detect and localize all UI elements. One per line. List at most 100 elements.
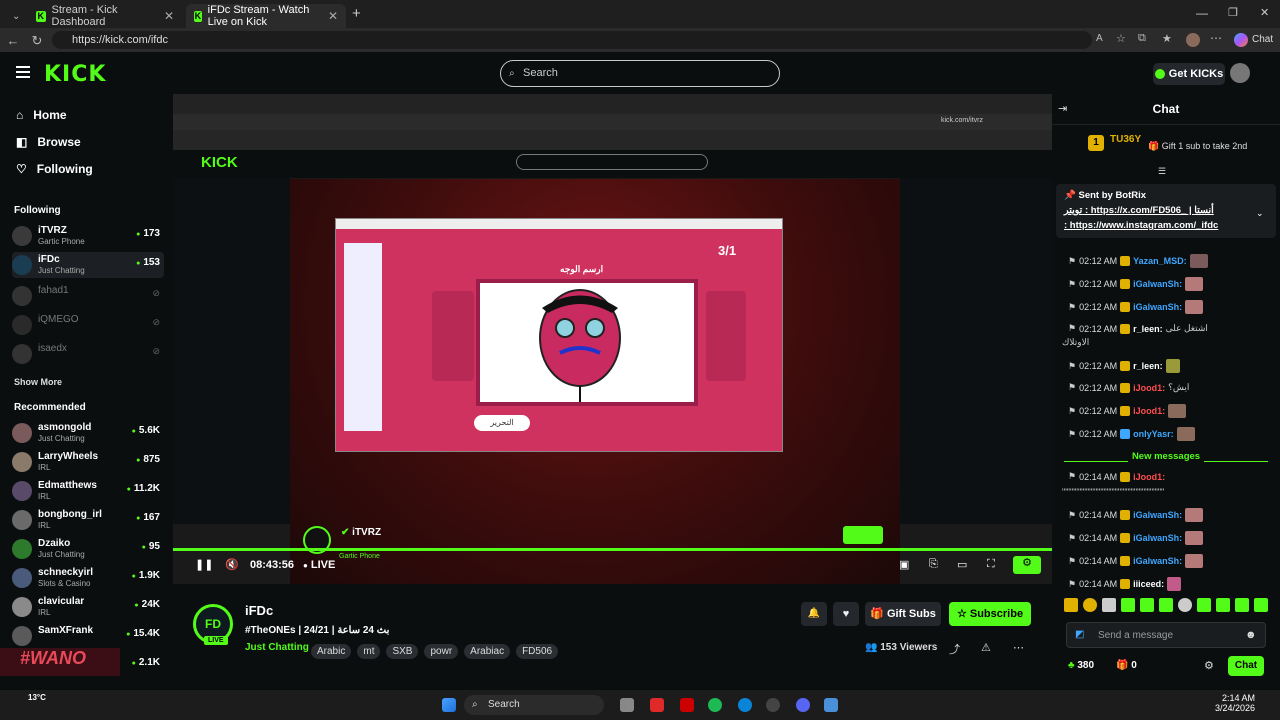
read-aloud-icon[interactable]: A — [1096, 33, 1103, 44]
discord-icon[interactable] — [796, 698, 810, 712]
emote[interactable] — [1216, 598, 1230, 612]
weather-widget[interactable]: 13°C — [6, 692, 96, 716]
tab-stream-dashboard[interactable]: K Stream - Kick Dashboard ✕ — [28, 4, 182, 28]
gift-prompt[interactable]: 🎁 Gift 1 sub to take 2nd — [1148, 141, 1247, 152]
recommended-channel[interactable]: SamXFrank 15.4K — [12, 623, 164, 649]
tag[interactable]: Arabiac — [464, 644, 511, 659]
netflix-icon[interactable] — [680, 698, 694, 712]
share-icon[interactable]: ⤴ — [949, 641, 960, 657]
play-pause-icon[interactable]: ❚❚ — [195, 558, 213, 571]
username[interactable]: iGalwanSh: — [1133, 510, 1182, 520]
channel-name[interactable]: iFDc — [245, 603, 273, 618]
nav-home[interactable]: ⌂ Home — [16, 108, 67, 122]
username[interactable]: onlyYasr: — [1133, 429, 1174, 439]
tab-list-button[interactable]: ⌄ — [4, 4, 24, 28]
steam-icon[interactable] — [766, 698, 780, 712]
subscribe-button[interactable]: ☆ Subscribe — [949, 602, 1031, 626]
get-kicks-button[interactable]: Get KICKs — [1153, 63, 1225, 85]
copilot-icon[interactable] — [1234, 33, 1248, 47]
username[interactable]: Yazan_MSD: — [1133, 256, 1187, 266]
minimize-icon[interactable]: — — [1196, 6, 1208, 20]
following-channel[interactable]: fahad1 ⊘ — [12, 283, 164, 309]
more-icon[interactable]: ⋯ — [1013, 641, 1024, 654]
tag[interactable]: FD506 — [516, 644, 559, 659]
user-avatar[interactable] — [1230, 63, 1250, 83]
pinned-by-user[interactable]: BotRix — [1115, 190, 1146, 201]
report-icon[interactable]: ⚠ — [981, 641, 991, 654]
video-player[interactable]: kick.com/itvrz KICK 3/1 ارسم الوجه التحر… — [173, 94, 1052, 584]
following-channel[interactable]: iQMEGO ⊘ — [12, 312, 164, 338]
following-channel[interactable]: iTVRZ Gartic Phone 173 — [12, 223, 164, 249]
username[interactable]: iGalwanSh: — [1133, 302, 1182, 312]
stream-category[interactable]: Just Chatting — [245, 642, 309, 653]
settings-icon[interactable]: ⚙ — [1204, 659, 1214, 672]
reload-icon[interactable]: ↻ — [24, 33, 50, 49]
nav-following[interactable]: ♡ Following — [16, 162, 93, 176]
spotify-icon[interactable] — [708, 698, 722, 712]
username[interactable]: iJood1: — [1133, 406, 1165, 416]
tag[interactable]: SXB — [386, 644, 419, 659]
recommended-channel[interactable]: schneckyirlSlots & Casino 1.9K — [12, 565, 164, 591]
close-icon[interactable]: ✕ — [328, 9, 338, 23]
close-icon[interactable]: ✕ — [164, 9, 174, 23]
chevron-down-icon[interactable]: ⌄ — [1256, 208, 1264, 219]
notification-bell-button[interactable]: 🔔 — [801, 602, 827, 626]
taskbar-search[interactable]: ⌕ Search — [464, 695, 604, 715]
emote[interactable] — [1159, 598, 1173, 612]
recommended-channel[interactable]: LarryWheelsIRL 875 — [12, 449, 164, 475]
menu-icon[interactable] — [16, 66, 30, 78]
pip-icon[interactable]: ▭ — [957, 558, 967, 571]
recommended-channel[interactable]: clavicularIRL 24K — [12, 594, 164, 620]
profile-avatar[interactable] — [1186, 33, 1200, 47]
tag[interactable]: powr — [424, 644, 459, 659]
follow-button[interactable]: ♥ — [833, 602, 859, 626]
emote[interactable] — [1235, 598, 1249, 612]
clip-icon[interactable]: ⎘ — [929, 558, 938, 571]
favorite-icon[interactable]: ☆ — [1116, 32, 1126, 45]
username[interactable]: iiiceed: — [1133, 579, 1164, 589]
app-icon[interactable] — [824, 698, 838, 712]
app-icon[interactable] — [650, 698, 664, 712]
recommended-channel[interactable]: asmongoldJust Chatting 5.6K — [12, 420, 164, 446]
emote[interactable] — [1102, 598, 1116, 612]
back-icon[interactable]: ← — [0, 33, 26, 48]
pinned-text[interactable]: : https://www.instagram.com/_ifdc — [1064, 220, 1218, 231]
volume-icon[interactable]: 🔇 — [225, 558, 239, 571]
points-display[interactable]: ♣ 380 — [1068, 660, 1094, 671]
live-indicator[interactable]: ● LIVE — [303, 559, 335, 571]
send-message-input[interactable]: ◩ Send a message ☻ — [1066, 622, 1266, 648]
username[interactable]: iGalwanSh: — [1133, 279, 1182, 289]
recommended-channel[interactable]: bongbong_irlIRL 167 — [12, 507, 164, 533]
following-channel[interactable]: isaedx ⊘ — [12, 341, 164, 367]
search-input[interactable]: ⌕ Search — [500, 60, 780, 87]
emote[interactable] — [1083, 598, 1097, 612]
tag[interactable]: Arabic — [311, 644, 352, 659]
tag[interactable]: mt — [357, 644, 381, 659]
emote[interactable] — [1178, 598, 1192, 612]
emoji-icon[interactable]: ☻ — [1245, 629, 1257, 641]
url-field[interactable]: https://kick.com/ifdc — [52, 31, 1092, 49]
username[interactable]: iGalwanSh: — [1133, 556, 1182, 566]
extensions-icon[interactable]: ⧉ — [1138, 32, 1146, 45]
recommended-channel[interactable]: EdmatthewsIRL 11.2K — [12, 478, 164, 504]
username[interactable]: r_leen: — [1133, 361, 1163, 371]
gifts-display[interactable]: 🎁 0 — [1116, 660, 1137, 671]
show-more-link[interactable]: Show More — [14, 377, 62, 387]
favorites-icon[interactable]: ★ — [1162, 32, 1172, 45]
username[interactable]: iGalwanSh: — [1133, 533, 1182, 543]
emote[interactable] — [1140, 598, 1154, 612]
maximize-icon[interactable]: ❐ — [1228, 6, 1238, 19]
nav-browse[interactable]: ◧ Browse — [16, 135, 81, 149]
edge-icon[interactable] — [738, 698, 752, 712]
username[interactable]: iJood1: — [1133, 472, 1165, 482]
clock[interactable]: 2:14 AM 3/24/2026 — [1215, 693, 1255, 713]
following-channel[interactable]: iFDc Just Chatting 153 — [12, 252, 164, 278]
emote[interactable] — [1254, 598, 1268, 612]
tab-ifdc-stream[interactable]: K iFDc Stream - Watch Live on Kick ✕ — [186, 4, 346, 28]
username[interactable]: iJood1: — [1133, 383, 1165, 393]
expand-icon[interactable]: ☰ — [1158, 166, 1166, 177]
new-tab-button[interactable]: + — [352, 5, 361, 22]
emote[interactable] — [1121, 598, 1135, 612]
emote[interactable] — [1197, 598, 1211, 612]
kick-logo[interactable]: KICK — [44, 62, 106, 87]
